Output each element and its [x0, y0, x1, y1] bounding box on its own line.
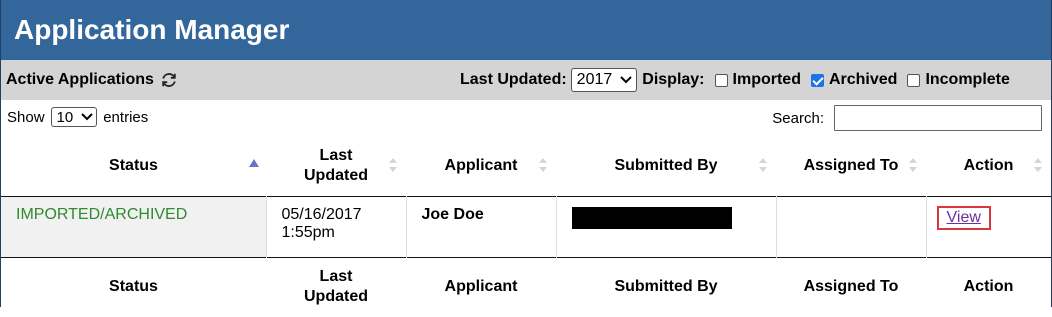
- sort-icon: [908, 157, 918, 173]
- year-select-value: 2017: [576, 71, 613, 88]
- display-label: Display:: [642, 71, 705, 88]
- footer-header-applicant[interactable]: Applicant: [406, 257, 556, 317]
- chevron-down-icon: [81, 113, 93, 121]
- sort-icon: [758, 157, 768, 173]
- column-header-status[interactable]: Status: [1, 136, 266, 196]
- sort-icon: [388, 157, 398, 173]
- last-updated-label: Last Updated:: [460, 71, 567, 88]
- entries-label: entries: [103, 108, 149, 126]
- year-select[interactable]: 2017: [570, 68, 638, 92]
- chevron-down-icon: [620, 76, 632, 84]
- sort-icon: [1033, 157, 1043, 173]
- assigned-to-cell: [776, 196, 927, 257]
- entries-select-value: 10: [56, 108, 74, 126]
- page-title: Application Manager: [1, 0, 1051, 60]
- column-header-assigned-to[interactable]: Assigned To: [776, 136, 926, 196]
- entries-select[interactable]: 10: [50, 107, 98, 127]
- incomplete-checkbox[interactable]: [907, 73, 921, 87]
- table-controls: Show 10 entries Search:: [1, 100, 1051, 136]
- last-updated-cell: 05/16/2017 1:55pm: [266, 196, 407, 257]
- incomplete-label: Incomplete: [925, 71, 1010, 88]
- column-header-action[interactable]: Action: [926, 136, 1051, 196]
- footer-header-assigned-to[interactable]: Assigned To: [776, 257, 926, 317]
- footer-header-status[interactable]: Status: [1, 257, 266, 317]
- table-footer-row: Status Last Updated Applicant Submitted …: [1, 257, 1051, 317]
- action-cell: View: [926, 196, 1051, 257]
- application-manager-window: Application Manager Active Applications …: [0, 0, 1052, 307]
- last-updated-time: 1:55pm: [281, 223, 335, 241]
- applicant-cell: Joe Doe: [406, 196, 557, 257]
- column-header-last-updated[interactable]: Last Updated: [266, 136, 406, 196]
- search-input[interactable]: [834, 105, 1042, 131]
- refresh-icon[interactable]: [160, 71, 178, 89]
- table-row: IMPORTED/ARCHIVED 05/16/2017 1:55pm Joe …: [1, 196, 1051, 257]
- archived-checkbox[interactable]: [810, 73, 824, 87]
- archived-label: Archived: [828, 71, 898, 88]
- last-updated-date: 05/16/2017: [281, 205, 362, 223]
- search-label: Search:: [772, 109, 824, 127]
- table-header-row: Status Last Updated Applicant Submitted …: [1, 136, 1051, 196]
- footer-header-last-updated[interactable]: Last Updated: [266, 257, 406, 317]
- view-highlight-box: View: [936, 205, 991, 230]
- active-applications-label: Active Applications: [6, 71, 154, 88]
- show-label: Show: [7, 108, 45, 126]
- footer-header-submitted-by[interactable]: Submitted By: [556, 257, 776, 317]
- imported-label: Imported: [732, 71, 801, 88]
- view-link[interactable]: View: [947, 209, 981, 226]
- toolbar: Active Applications Last Updated: 2017 D…: [1, 60, 1051, 100]
- status-cell: IMPORTED/ARCHIVED: [1, 196, 267, 257]
- applications-table: Status Last Updated Applicant Submitted …: [1, 136, 1051, 317]
- submitted-by-cell: [556, 196, 777, 257]
- imported-checkbox[interactable]: [714, 73, 728, 87]
- redacted-block: [571, 206, 732, 229]
- sort-icon: [538, 157, 548, 173]
- footer-header-action[interactable]: Action: [926, 257, 1051, 317]
- sort-ascending-icon: [249, 159, 259, 167]
- column-header-submitted-by[interactable]: Submitted By: [556, 136, 776, 196]
- column-header-applicant[interactable]: Applicant: [406, 136, 556, 196]
